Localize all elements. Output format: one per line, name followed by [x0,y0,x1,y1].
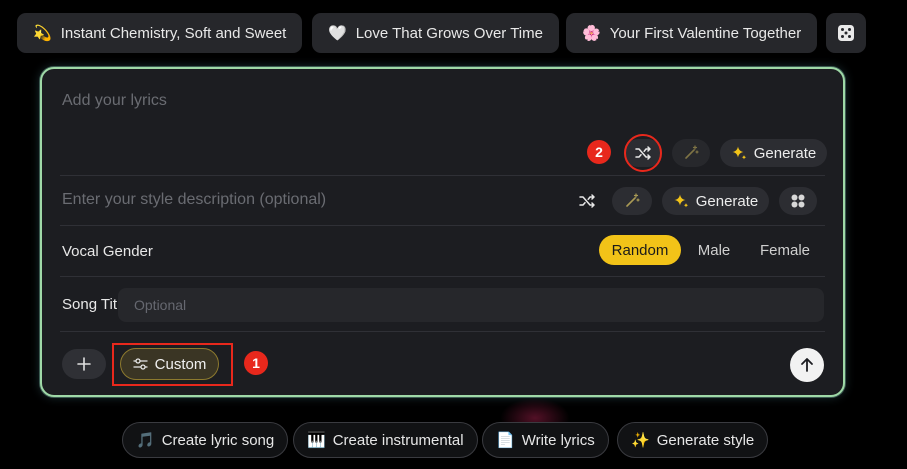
create-lyric-song-button[interactable]: 🎵 Create lyric song [122,422,289,458]
generate-style-button[interactable]: Generate [662,187,769,215]
lyrics-input[interactable]: Add your lyrics [62,92,167,110]
vocal-gender-selector: Random Male Female [599,235,823,265]
dizzy-star-icon: 💫 [33,24,52,42]
style-presets-button[interactable] [779,187,817,215]
annotation-box [112,343,233,386]
document-icon: 📄 [496,432,515,449]
divider [60,331,825,332]
vocal-option-random[interactable]: Random [599,235,681,265]
magic-wand-icon [624,193,640,209]
action-label: Create lyric song [161,431,275,449]
submit-button[interactable] [790,348,824,382]
sparkle-icon [731,145,747,161]
generate-style-action-button[interactable]: ✨ Generate style [617,422,769,458]
generate-lyrics-button[interactable]: Generate [720,139,827,167]
action-label: Generate style [656,431,755,449]
action-label: Write lyrics [521,431,595,449]
magic-lyrics-button[interactable] [672,139,710,167]
vocal-option-female[interactable]: Female [747,235,823,265]
generate-label: Generate [753,144,817,162]
write-lyrics-button[interactable]: 📄 Write lyrics [482,422,609,458]
music-note-icon: 🎵 [136,432,155,449]
song-title-input[interactable] [118,288,824,322]
suggestion-label: Love That Grows Over Time [355,24,543,42]
style-description-input[interactable]: Enter your style description (optional) [62,191,326,209]
annotation-badge-1: 1 [244,351,268,375]
blossom-icon: 🌸 [582,24,601,42]
generate-label: Generate [695,192,759,210]
add-button[interactable] [62,349,106,379]
annotation-badge-2: 2 [587,140,611,164]
sparkles-icon: ✨ [631,432,650,449]
suggestion-chip-2[interactable]: 🤍 Love That Grows Over Time [312,13,559,53]
magic-style-button[interactable] [612,187,652,215]
arrow-up-icon [800,357,814,373]
suggestion-chip-1[interactable]: 💫 Instant Chemistry, Soft and Sweet [17,13,303,53]
suggestion-label: Your First Valentine Together [609,24,802,42]
plus-icon [77,357,91,371]
sparkle-icon [673,193,689,209]
white-heart-icon: 🤍 [328,24,347,42]
song-creator-card: Add your lyrics Generate 2 Enter your st… [40,67,845,397]
suggestion-chip-3[interactable]: 🌸 Your First Valentine Together [566,13,818,53]
divider [60,175,825,176]
vocal-option-male[interactable]: Male [681,235,747,265]
grid-icon [790,193,806,209]
action-label: Create instrumental [332,431,464,449]
create-instrumental-button[interactable]: 🎹 Create instrumental [293,422,478,458]
piano-icon: 🎹 [307,432,326,449]
divider [60,276,825,277]
vocal-gender-label: Vocal Gender [62,243,153,260]
divider [60,225,825,226]
suggestion-label: Instant Chemistry, Soft and Sweet [60,24,287,42]
shuffle-icon [579,194,595,208]
annotation-circle [624,134,662,172]
random-suggestions-button[interactable] [826,13,866,53]
magic-wand-icon [683,145,699,161]
shuffle-style-button[interactable] [572,187,602,215]
dice-icon [836,23,856,43]
